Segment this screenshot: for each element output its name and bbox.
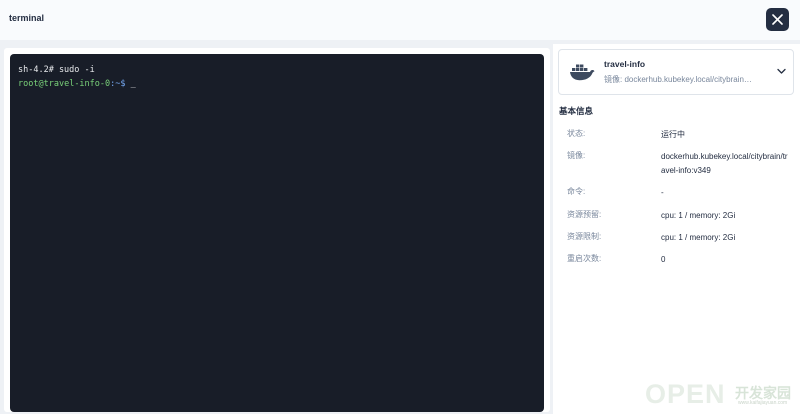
container-selector[interactable]: travel-info 镜像: dockerhub.kubekey.local/… [558, 49, 794, 95]
info-key: 状态: [567, 129, 586, 138]
terminal-text: sh-4.2# sudo -i [18, 65, 95, 75]
chevron-down-icon[interactable] [777, 68, 786, 75]
info-value: cpu: 1 / memory: 2Gi [661, 233, 736, 242]
container-image: 镜像: dockerhub.kubekey.local/citybrain/tr… [604, 75, 754, 84]
container-name: travel-info [604, 59, 646, 69]
terminal-line: sh-4.2# sudo -i [18, 63, 536, 77]
modal-title: terminal [9, 13, 45, 23]
terminal-cursor: _ [130, 79, 136, 89]
section-title-basic-info: 基本信息 [559, 106, 594, 116]
info-value: 0 [661, 255, 666, 264]
info-key: 命令: [567, 187, 586, 196]
info-value: - [661, 188, 664, 197]
prompt-user: root [18, 79, 39, 89]
modal-header: terminal [0, 0, 800, 40]
prompt-host: travel-info-0 [43, 79, 111, 89]
terminal-prompt-line: root@travel-info-0:~$ _ [18, 77, 536, 91]
info-key: 重启次数: [567, 254, 602, 263]
close-icon [772, 14, 783, 25]
info-value: dockerhub.kubekey.local/citybrain/travel… [661, 152, 788, 175]
info-key: 镜像: [567, 151, 586, 160]
close-button[interactable] [766, 8, 789, 31]
info-key: 资源限制: [567, 232, 602, 241]
info-value: 运行中 [661, 130, 685, 139]
container-info-panel: travel-info 镜像: dockerhub.kubekey.local/… [553, 44, 800, 414]
terminal-panel: sh-4.2# sudo -i root@travel-info-0:~$ _ [4, 48, 550, 412]
info-key: 资源预留: [567, 210, 602, 219]
prompt-symbol: $ [120, 79, 131, 89]
terminal-console[interactable]: sh-4.2# sudo -i root@travel-info-0:~$ _ [10, 54, 544, 412]
docker-icon [570, 64, 595, 81]
info-value: cpu: 1 / memory: 2Gi [661, 211, 736, 220]
